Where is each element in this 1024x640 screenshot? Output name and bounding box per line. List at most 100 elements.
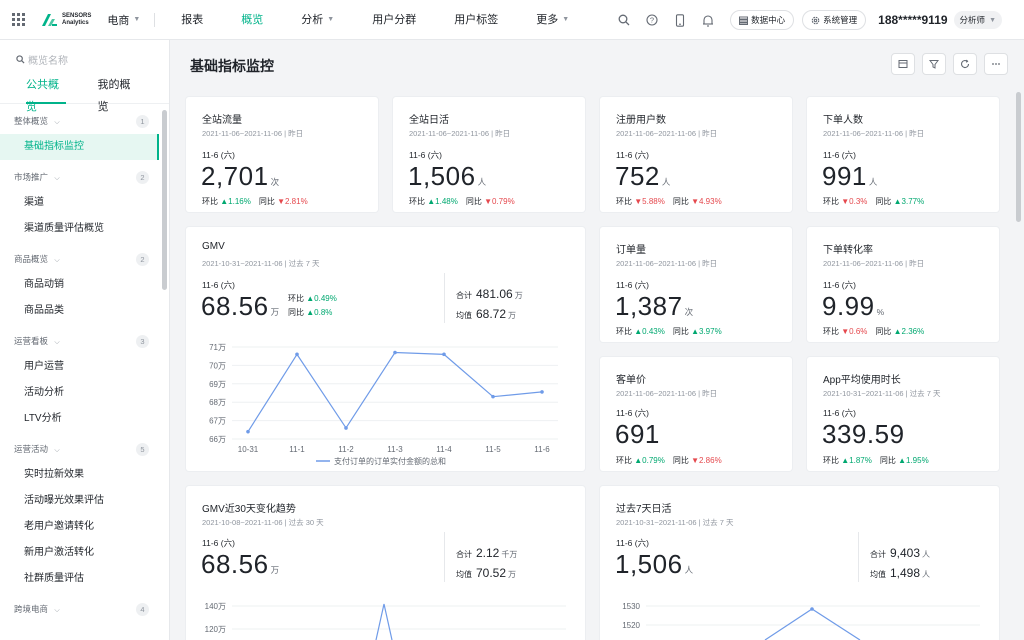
card-compare: 环比 ▲1.87% 同比 ▲1.95% [823, 455, 929, 466]
dau7-line-chart[interactable]: 1530 1520 [600, 600, 999, 640]
hb-value: ▲1.87% [841, 456, 872, 465]
gmv-line-chart[interactable]: 66万 67万 68万 69万 70万 71万 10-31 11-1 11-2 11-3 11-4 1… [186, 337, 585, 467]
card-title: App平均使用时长 [823, 375, 901, 386]
sidebar-group-header[interactable]: 市场推广 ⌵ 2 [0, 164, 169, 190]
card-compare: 环比 ▼0.3% 同比 ▲3.77% [823, 196, 924, 207]
metric-card-buyers[interactable]: 下单人数 2021-11-06~2021-11-06 | 昨日 11-6 (六)… [807, 97, 999, 212]
metric-card-orders[interactable]: 订单量 2021-11-06~2021-11-06 | 昨日 11-6 (六) … [600, 227, 792, 342]
nav-item-2[interactable]: 分析 ▼ [281, 0, 352, 40]
arrow-up-icon: ▲ [893, 197, 902, 206]
sidebar-group-header[interactable]: 运营看板 ⌵ 3 [0, 328, 169, 354]
sidebar-item[interactable]: 渠道质量评估概览 [0, 216, 169, 242]
sidebar-item[interactable]: LTV分析 [0, 406, 169, 432]
nav-item-5[interactable]: 更多 ▼ [516, 0, 587, 40]
bell-icon[interactable] [694, 0, 722, 40]
dau-7day-card[interactable]: 过去7天日活 2021-10-31~2021-11-06 | 过去 7 天 11… [600, 486, 999, 640]
hb-label: 环比 [616, 456, 632, 465]
gmv-30day-card[interactable]: GMV近30天变化趋势 2021-10-08~2021-11-06 | 过去 3… [186, 486, 585, 640]
hb-value: ▲0.79% [634, 456, 665, 465]
metric-card-dau[interactable]: 全站日活 2021-11-06~2021-11-06 | 昨日 11-6 (六)… [393, 97, 585, 212]
chevron-down-icon: ⌵ [54, 339, 60, 346]
gear-icon [811, 16, 820, 24]
nav-item-0[interactable]: 报表 [161, 0, 221, 40]
sidebar-item[interactable]: 用户运营 [0, 354, 169, 380]
arrow-down-icon: ▼ [841, 197, 850, 206]
mobile-icon[interactable] [666, 0, 694, 40]
help-icon[interactable]: ? [638, 0, 666, 40]
tab-my-overview[interactable]: 我的概览 [98, 74, 138, 113]
nav-item-1[interactable]: 概览 [221, 0, 281, 40]
project-switcher[interactable]: 电商 ▼ [107, 12, 140, 28]
y-tick-label: 70万 [209, 361, 226, 370]
nav-item-4[interactable]: 用户标签 [434, 0, 516, 40]
card-range: 2021-11-06~2021-11-06 | 昨日 [823, 129, 925, 138]
tab-public-overview[interactable]: 公共概览 [26, 74, 66, 113]
metric-card-conversion[interactable]: 下单转化率 2021-11-06~2021-11-06 | 昨日 11-6 (六… [807, 227, 999, 342]
arrow-up-icon: ▲ [691, 327, 699, 336]
sidebar-item[interactable]: 商品动销 [0, 272, 169, 298]
metric-card-registered[interactable]: 注册用户数 2021-11-06~2021-11-06 | 昨日 11-6 (六… [600, 97, 792, 212]
y-tick-label: 1520 [622, 621, 640, 630]
nav-item-label: 用户分群 [372, 13, 417, 26]
sidebar-item[interactable]: 社群质量评估 [0, 566, 169, 592]
sidebar-group-header[interactable]: 跨境电商 ⌵ 4 [0, 596, 169, 622]
card-title: 订单量 [616, 245, 646, 256]
brand-logo[interactable]: SENSORS Analytics [40, 13, 91, 27]
sidebar-group-header[interactable]: 商品概览 ⌵ 2 [0, 246, 169, 272]
system-admin-button[interactable]: 系统管理 [802, 10, 867, 30]
metric-card-app-usage[interactable]: App平均使用时长 2021-10-31~2021-11-06 | 过去 7 天… [807, 357, 999, 471]
card-compare: 环比 ▲1.16% 同比 ▼2.81% [202, 196, 308, 207]
gmv30-line-chart[interactable]: 140万 120万 [186, 600, 585, 640]
tb-value: ▲3.77% [893, 197, 925, 206]
sidebar-scrollbar[interactable] [162, 110, 167, 290]
avg-row: 均值 1,498 人 [870, 564, 930, 584]
gmv-card[interactable]: GMV 2021-10-31~2021-11-06 | 过去 7 天 11-6 … [186, 227, 585, 471]
search-icon [16, 54, 25, 64]
overview-group-list: 整体概览 ⌵ 1 基础指标监控 市场推广 ⌵ 2 渠道 渠道质量评估概览 商品概览 ⌵ 2 商品动… [0, 108, 169, 622]
value-unit: 人 [868, 177, 878, 187]
sum-unit: 千万 [501, 550, 518, 559]
filter-button[interactable] [922, 53, 946, 75]
sidebar-group-header[interactable]: 运营活动 ⌵ 5 [0, 436, 169, 462]
nav-item-3[interactable]: 用户分群 [352, 0, 434, 40]
sidebar-item[interactable]: 活动分析 [0, 380, 169, 406]
sidebar-item[interactable]: 商品品类 [0, 298, 169, 324]
sidebar-item[interactable]: 活动曝光效果评估 [0, 488, 169, 514]
legend-label: 支付订单的订单实付金额的总和 [334, 456, 446, 466]
x-tick-label: 11-1 [289, 445, 305, 454]
overview-tabs: 公共概览 我的概览 [0, 74, 169, 113]
main-scrollbar[interactable] [1016, 92, 1021, 222]
sidebar-item[interactable]: 新用户激活转化 [0, 540, 169, 566]
app-grid-icon[interactable] [12, 12, 26, 27]
card-date: 11-6 (六) [823, 280, 856, 290]
role-switcher[interactable]: 分析师 ▼ [953, 11, 1002, 29]
card-title: 下单转化率 [823, 245, 873, 256]
series-line [375, 603, 393, 640]
search-placeholder: 概览名称 [28, 55, 68, 67]
refresh-button[interactable] [953, 53, 977, 75]
chevron-down-icon: ▼ [562, 15, 570, 23]
search-icon[interactable] [610, 0, 638, 40]
tb-label: 同比 [875, 327, 892, 336]
nav-item-label: 分析 [301, 13, 324, 26]
sidebar-item[interactable]: 老用户邀请转化 [0, 514, 169, 540]
data-center-button[interactable]: 数据中心 [730, 10, 795, 30]
user-account[interactable]: 188*****9119 [878, 13, 947, 27]
group-name: 商品概览 ⌵ [14, 254, 60, 264]
metric-card-aov[interactable]: 客单价 2021-11-06~2021-11-06 | 昨日 11-6 (六) … [600, 357, 792, 471]
value-number: 68.56 [201, 291, 269, 321]
layout-button[interactable] [891, 53, 915, 75]
avg-unit: 万 [508, 570, 517, 579]
sidebar-item[interactable]: 基础指标监控 [0, 134, 159, 160]
card-range: 2021-10-31~2021-11-06 | 过去 7 天 [823, 389, 941, 398]
sidebar-item[interactable]: 实时拉新效果 [0, 462, 169, 488]
overview-search-input[interactable]: 概览名称 [16, 46, 159, 72]
metric-card-traffic[interactable]: 全站流量 2021-11-06~2021-11-06 | 昨日 11-6 (六)… [186, 97, 378, 212]
group-name: 整体概览 ⌵ [14, 116, 60, 126]
sidebar-item[interactable]: 渠道 [0, 190, 169, 216]
avg-unit: 万 [508, 311, 517, 320]
value-number: 68.56 [201, 549, 269, 579]
chevron-down-icon: ⌵ [54, 119, 60, 126]
y-tick-label: 66万 [209, 435, 226, 444]
more-button[interactable] [984, 53, 1008, 75]
